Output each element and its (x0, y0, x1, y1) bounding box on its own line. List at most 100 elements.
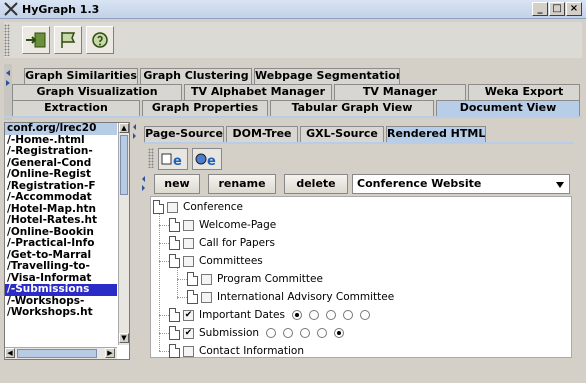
url-list-item[interactable]: /-Submissions (5, 284, 117, 296)
scroll-left-icon[interactable]: ◀ (5, 348, 15, 358)
tab-tv-alphabet-manager[interactable]: TV Alphabet Manager (184, 84, 332, 100)
maximize-button[interactable]: □ (549, 2, 565, 16)
tab-webpage-segmentation[interactable]: Webpage Segmentation (254, 68, 400, 84)
radio-button[interactable] (300, 328, 311, 338)
url-list-vertical-scrollbar[interactable]: ▲ ▼ (118, 123, 129, 345)
status-bar (0, 376, 586, 383)
view-toolbar-grip[interactable] (148, 148, 154, 168)
tree-checkbox[interactable] (167, 201, 178, 213)
tree-checkbox[interactable] (183, 237, 194, 249)
graph-import-button[interactable] (22, 26, 50, 54)
tab-gxl-source[interactable]: GXL-Source (300, 126, 384, 142)
tree-item[interactable]: Call for Papers (169, 235, 275, 251)
tree-item-label: Important Dates (199, 309, 285, 321)
tab-dom-tree[interactable]: DOM-Tree (226, 126, 298, 142)
delete-button[interactable]: delete (284, 174, 348, 194)
splitter[interactable] (131, 122, 139, 360)
tree-connector (177, 265, 178, 299)
render-ie-button[interactable]: e (158, 148, 188, 170)
url-list-item[interactable]: /-Workshops- (5, 296, 117, 308)
radio-button[interactable] (283, 328, 294, 338)
url-list-item[interactable]: /Get-to-Marral (5, 250, 117, 262)
tab-document-view[interactable]: Document View (436, 100, 580, 116)
page-icon (169, 236, 180, 250)
url-list-horizontal-scrollbar[interactable]: ◀ ▶ (5, 347, 117, 359)
action-row-arrow-icon[interactable] (140, 174, 148, 194)
tab-graph-visualization[interactable]: Graph Visualization (12, 84, 182, 100)
scroll-thumb[interactable] (120, 135, 128, 195)
tab-extraction[interactable]: Extraction (12, 100, 140, 116)
splitter-arrow-icon[interactable] (131, 122, 139, 142)
tree-root-label: Conference (183, 201, 244, 213)
svg-text:e: e (173, 154, 182, 169)
url-list-item[interactable]: /General-Cond (5, 158, 117, 170)
url-list-item[interactable]: /-Registration- (5, 146, 117, 158)
url-list-item[interactable]: /Hotel-Rates.ht (5, 215, 117, 227)
svg-text:e: e (207, 154, 216, 169)
url-list-item[interactable]: /Visa-Informat (5, 273, 117, 285)
tab-tv-manager[interactable]: TV Manager (334, 84, 466, 100)
close-button[interactable]: × (566, 2, 582, 16)
page-icon (153, 200, 164, 214)
tree-item[interactable]: International Advisory Committee (187, 289, 394, 305)
chevron-down-icon[interactable] (555, 181, 565, 189)
tab-tabular-graph-view[interactable]: Tabular Graph View (270, 100, 434, 116)
tree-connector (177, 297, 187, 298)
radio-button[interactable] (359, 310, 370, 320)
scroll-up-icon[interactable]: ▲ (119, 123, 129, 133)
page-icon (169, 254, 180, 268)
tree-checkbox[interactable] (201, 291, 212, 303)
url-list-item[interactable]: /-Practical-Info (5, 238, 117, 250)
rename-button[interactable]: rename (208, 174, 276, 194)
radio-button[interactable] (342, 310, 353, 320)
url-list-item[interactable]: /Hotel-Map.htn (5, 204, 117, 216)
radio-button[interactable] (334, 328, 345, 338)
scroll-right-icon[interactable]: ▶ (105, 348, 115, 358)
tree-checkbox[interactable]: ✔ (183, 309, 194, 321)
tab-graph-similarities[interactable]: Graph Similarities (24, 68, 138, 84)
tree-item[interactable]: ✔ Important Dates (169, 307, 370, 323)
tree-checkbox[interactable]: ✔ (183, 327, 194, 339)
url-list-item[interactable]: conf.org/lrec20 (5, 123, 117, 135)
url-list-item[interactable]: /Registration-F (5, 181, 117, 193)
toolbar-grip[interactable] (4, 24, 10, 56)
radio-button[interactable] (291, 310, 302, 320)
tree-item[interactable]: Welcome-Page (169, 217, 276, 233)
flag-button[interactable] (54, 26, 82, 54)
radio-button[interactable] (266, 328, 277, 338)
radio-button[interactable] (308, 310, 319, 320)
url-list-item[interactable]: /-Home-.html (5, 135, 117, 147)
tab-graph-clustering[interactable]: Graph Clustering (140, 68, 252, 84)
page-icon (187, 290, 198, 304)
tree-item[interactable]: Program Committee (187, 271, 323, 287)
hscroll-thumb[interactable] (17, 349, 97, 358)
url-list-item[interactable]: /-Accommodat (5, 192, 117, 204)
tree-checkbox[interactable] (201, 273, 212, 285)
minimize-button[interactable]: _ (532, 2, 548, 16)
tree-item[interactable]: Committees (169, 253, 263, 269)
url-list-item[interactable]: /Workshops.ht (5, 307, 117, 319)
radio-button[interactable] (317, 328, 328, 338)
graph-import-icon (26, 32, 46, 48)
tree-checkbox[interactable] (183, 219, 194, 231)
tab-weka-export[interactable]: Weka Export (468, 84, 580, 100)
tab-graph-properties[interactable]: Graph Properties (142, 100, 268, 116)
scroll-down-icon[interactable]: ▼ (119, 333, 129, 343)
url-list-item[interactable]: /Travelling-to- (5, 261, 117, 273)
tree-checkbox[interactable] (183, 255, 194, 267)
tree-root[interactable]: Conference (153, 199, 243, 215)
tab-scroll-arrow-icon[interactable] (4, 64, 12, 120)
url-list-item[interactable]: /Online-Bookin (5, 227, 117, 239)
page-icon (169, 344, 180, 358)
help-button[interactable] (86, 26, 114, 54)
new-button[interactable]: new (154, 174, 200, 194)
tab-rendered-html[interactable]: Rendered HTML (386, 126, 486, 142)
tree-item[interactable]: Contact Information (169, 343, 304, 359)
radio-button[interactable] (325, 310, 336, 320)
tree-item[interactable]: ✔ Submission (169, 325, 345, 341)
tab-page-source[interactable]: Page-Source (144, 126, 224, 142)
url-list-item[interactable]: /Online-Regist (5, 169, 117, 181)
render-web-button[interactable]: e (192, 148, 222, 170)
tree-checkbox[interactable] (183, 345, 194, 357)
category-select[interactable]: Conference Website (352, 174, 570, 194)
